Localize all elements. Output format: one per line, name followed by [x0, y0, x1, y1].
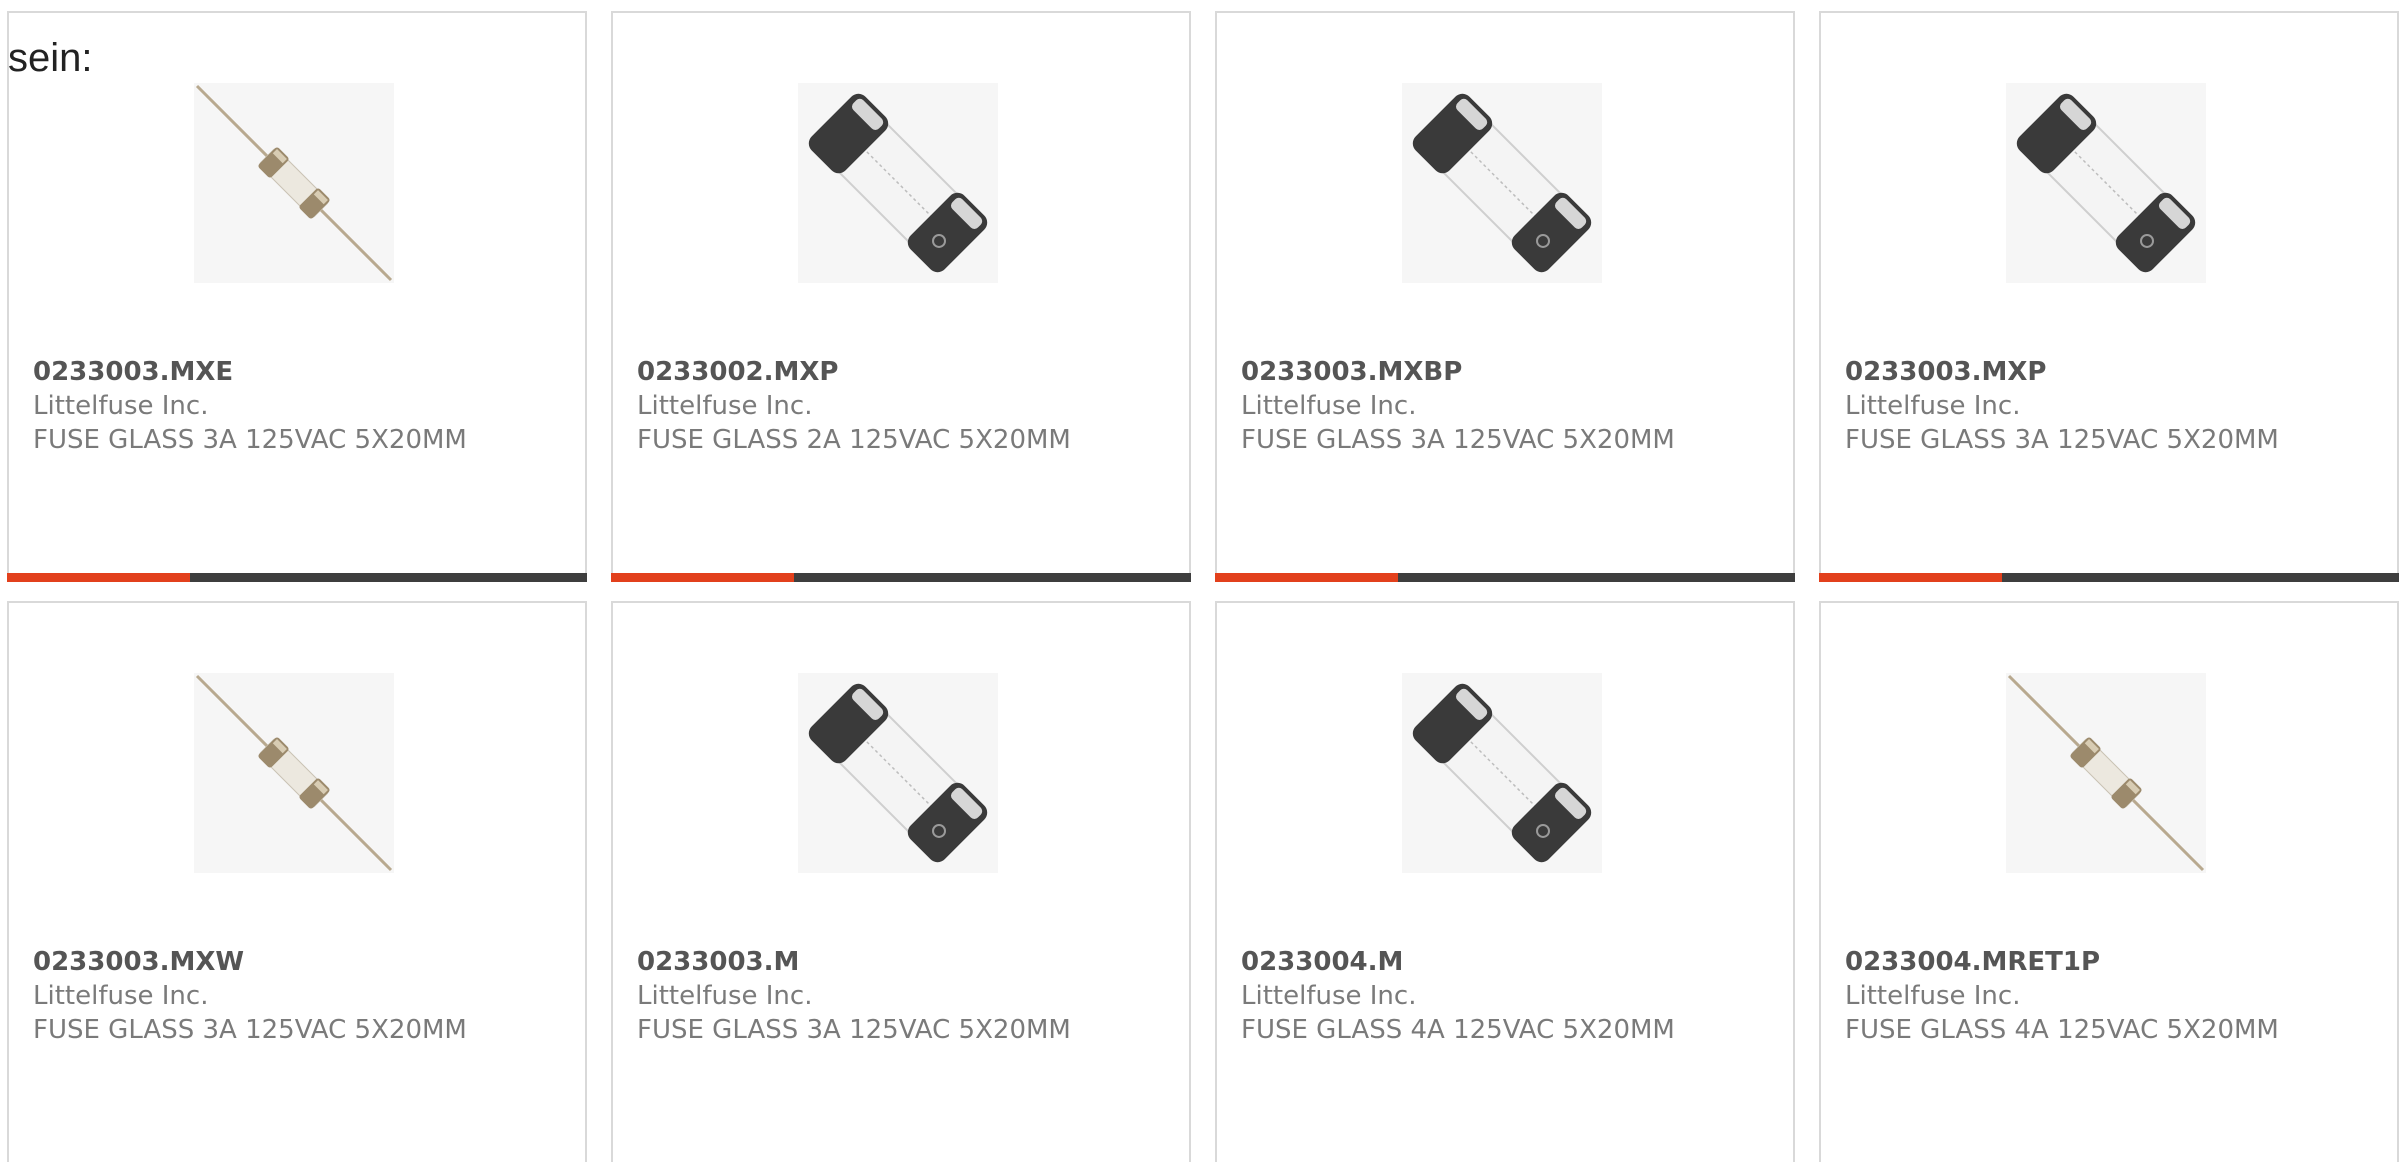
product-description: FUSE GLASS 3A 125VAC 5X20MM: [1241, 425, 1675, 455]
product-description: FUSE GLASS 4A 125VAC 5X20MM: [1241, 1015, 1675, 1045]
intro-text: sein:: [8, 36, 93, 80]
part-number[interactable]: 0233003.MXBP: [1241, 355, 1781, 389]
product-card[interactable]: 0233004.MRET1P Littelfuse Inc. FUSE GLAS…: [1819, 601, 2399, 1162]
product-card[interactable]: 0233003.MXBP Littelfuse Inc. FUSE GLASS …: [1215, 11, 1795, 582]
product-card[interactable]: 0233004.M Littelfuse Inc. FUSE GLASS 4A …: [1215, 601, 1795, 1162]
part-number[interactable]: 0233004.M: [1241, 945, 1781, 979]
manufacturer: Littelfuse Inc.: [637, 981, 813, 1011]
product-description: FUSE GLASS 3A 125VAC 5X20MM: [637, 1015, 1071, 1045]
card-footer-bar: [1215, 573, 1795, 582]
product-description: FUSE GLASS 3A 125VAC 5X20MM: [1845, 425, 2279, 455]
part-number[interactable]: 0233003.MXE: [33, 355, 573, 389]
card-accent: [1819, 573, 2002, 582]
manufacturer: Littelfuse Inc.: [1241, 391, 1417, 421]
product-info: 0233003.M Littelfuse Inc. FUSE GLASS 3A …: [637, 945, 1177, 1047]
manufacturer: Littelfuse Inc.: [637, 391, 813, 421]
product-card[interactable]: 0233003.MXW Littelfuse Inc. FUSE GLASS 3…: [7, 601, 587, 1162]
product-info: 0233004.M Littelfuse Inc. FUSE GLASS 4A …: [1241, 945, 1781, 1047]
axial-lead-fuse-icon: [194, 673, 394, 873]
part-number[interactable]: 0233003.MXP: [1845, 355, 2385, 389]
product-info: 0233003.MXP Littelfuse Inc. FUSE GLASS 3…: [1845, 355, 2385, 457]
cartridge-fuse-icon: [798, 673, 998, 873]
card-accent: [7, 573, 190, 582]
cartridge-fuse-icon: [1402, 83, 1602, 283]
product-description: FUSE GLASS 3A 125VAC 5X20MM: [33, 425, 467, 455]
cartridge-fuse-icon: [798, 83, 998, 283]
product-card[interactable]: 0233003.MXP Littelfuse Inc. FUSE GLASS 3…: [1819, 11, 2399, 582]
card-footer-bar: [1819, 573, 2399, 582]
part-number[interactable]: 0233002.MXP: [637, 355, 1177, 389]
product-card[interactable]: 0233002.MXP Littelfuse Inc. FUSE GLASS 2…: [611, 11, 1191, 582]
product-card[interactable]: 0233003.MXE Littelfuse Inc. FUSE GLASS 3…: [7, 11, 587, 582]
product-info: 0233002.MXP Littelfuse Inc. FUSE GLASS 2…: [637, 355, 1177, 457]
product-grid: 0233003.MXE Littelfuse Inc. FUSE GLASS 3…: [0, 0, 2400, 1162]
axial-lead-fuse-icon: [2006, 673, 2206, 873]
manufacturer: Littelfuse Inc.: [33, 981, 209, 1011]
card-accent: [1215, 573, 1398, 582]
part-number[interactable]: 0233003.MXW: [33, 945, 573, 979]
product-info: 0233003.MXW Littelfuse Inc. FUSE GLASS 3…: [33, 945, 573, 1047]
product-info: 0233003.MXE Littelfuse Inc. FUSE GLASS 3…: [33, 355, 573, 457]
manufacturer: Littelfuse Inc.: [1845, 391, 2021, 421]
manufacturer: Littelfuse Inc.: [1241, 981, 1417, 1011]
card-footer-bar: [7, 573, 587, 582]
product-info: 0233003.MXBP Littelfuse Inc. FUSE GLASS …: [1241, 355, 1781, 457]
axial-lead-fuse-icon: [194, 83, 394, 283]
manufacturer: Littelfuse Inc.: [1845, 981, 2021, 1011]
cartridge-fuse-icon: [1402, 673, 1602, 873]
product-card[interactable]: 0233003.M Littelfuse Inc. FUSE GLASS 3A …: [611, 601, 1191, 1162]
card-accent: [611, 573, 794, 582]
manufacturer: Littelfuse Inc.: [33, 391, 209, 421]
part-number[interactable]: 0233003.M: [637, 945, 1177, 979]
product-description: FUSE GLASS 4A 125VAC 5X20MM: [1845, 1015, 2279, 1045]
cartridge-fuse-icon: [2006, 83, 2206, 283]
product-info: 0233004.MRET1P Littelfuse Inc. FUSE GLAS…: [1845, 945, 2385, 1047]
product-description: FUSE GLASS 3A 125VAC 5X20MM: [33, 1015, 467, 1045]
product-description: FUSE GLASS 2A 125VAC 5X20MM: [637, 425, 1071, 455]
part-number[interactable]: 0233004.MRET1P: [1845, 945, 2385, 979]
card-footer-bar: [611, 573, 1191, 582]
